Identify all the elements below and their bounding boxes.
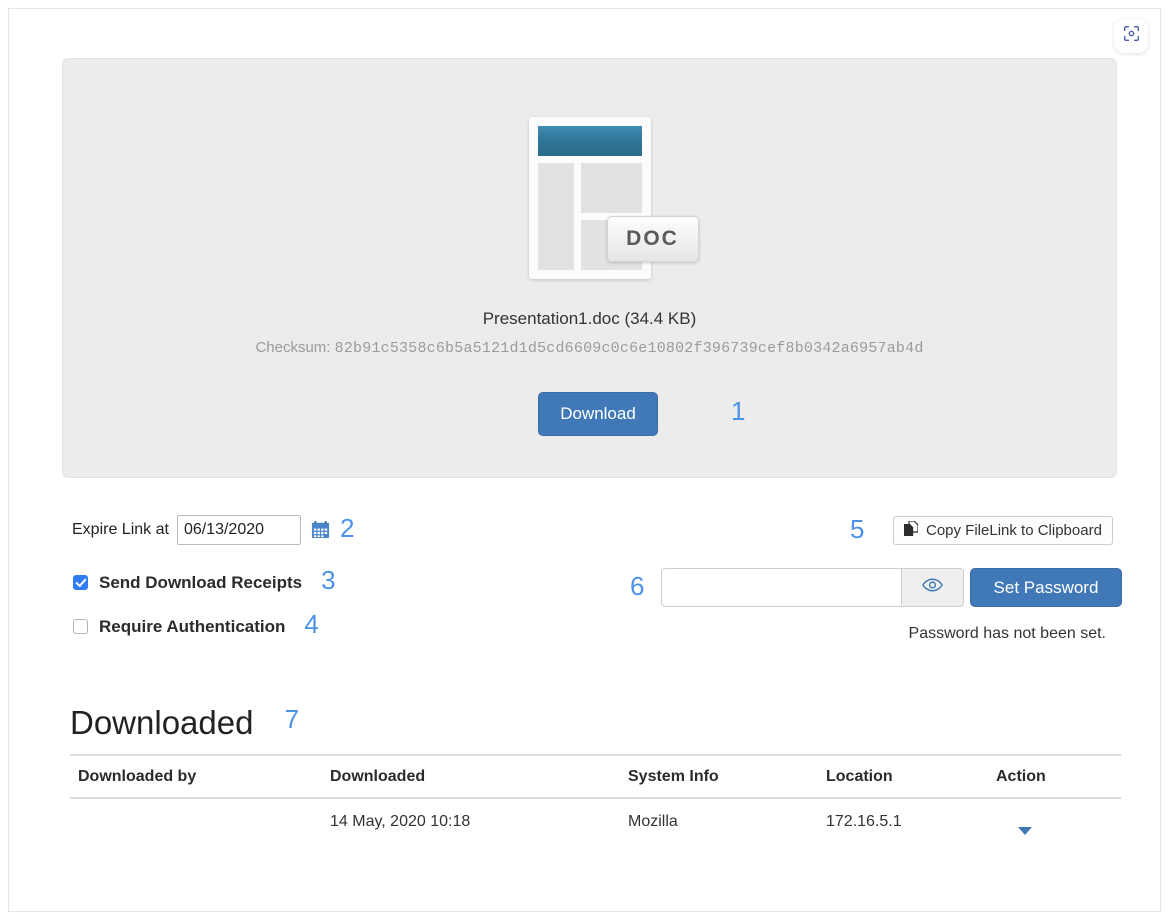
cell-system-info: Mozilla (620, 798, 818, 854)
password-input[interactable] (661, 568, 901, 607)
doc-icon-sidebar-block (538, 163, 574, 270)
require-authentication-label: Require Authentication (99, 617, 285, 637)
copy-filelink-label: Copy FileLink to Clipboard (926, 522, 1102, 539)
doc-icon-content-block-top (581, 163, 642, 213)
calendar-icon[interactable] (311, 520, 330, 539)
marker-3: 3 (321, 565, 335, 596)
downloads-table: Downloaded by Downloaded System Info Loc… (70, 754, 1121, 854)
checksum-value: 82b91c5358c6b5a5121d1d5cd6609c0c6e10802f… (335, 340, 924, 357)
downloaded-heading: Downloaded (70, 704, 253, 741)
table-header-row: Downloaded by Downloaded System Info Loc… (70, 755, 1121, 798)
copy-filelink-button[interactable]: Copy FileLink to Clipboard (893, 516, 1113, 545)
set-password-button[interactable]: Set Password (970, 568, 1122, 607)
send-download-receipts-checkbox[interactable] (73, 575, 88, 590)
file-preview-panel: DOC Presentation1.doc (34.4 KB) Checksum… (62, 58, 1117, 478)
marker-4: 4 (304, 609, 318, 640)
send-download-receipts-label: Send Download Receipts (99, 573, 302, 593)
require-authentication-checkbox[interactable] (73, 619, 88, 634)
column-action: Action (988, 755, 1121, 798)
expire-date-input[interactable] (177, 515, 301, 545)
cell-location: 172.16.5.1 (818, 798, 988, 854)
column-downloaded: Downloaded (322, 755, 620, 798)
doc-icon: DOC (529, 117, 651, 279)
downloads-table-wrapper: Downloaded by Downloaded System Info Loc… (70, 754, 1121, 854)
scan-frame-icon (1123, 25, 1140, 47)
send-download-receipts-row[interactable]: Send Download Receipts 3 (73, 567, 317, 598)
doc-format-badge: DOC (607, 216, 699, 262)
marker-7: 7 (285, 704, 299, 734)
cell-downloaded: 14 May, 2020 10:18 (322, 798, 620, 854)
checksum-label: Checksum: (255, 339, 330, 356)
toggle-password-visibility-button[interactable] (901, 568, 964, 607)
marker-2: 2 (340, 513, 354, 544)
require-authentication-row[interactable]: Require Authentication 4 (73, 611, 300, 642)
cell-downloaded-by (70, 798, 322, 854)
capture-screenshot-button[interactable] (1114, 19, 1148, 53)
expire-link-row: Expire Link at 2 (72, 514, 344, 545)
marker-5: 5 (850, 514, 864, 545)
password-status-text: Password has not been set. (909, 625, 1106, 643)
downloads-table-body: 14 May, 2020 10:18 Mozilla 172.16.5.1 (70, 798, 1121, 854)
column-location: Location (818, 755, 988, 798)
marker-1: 1 (731, 396, 745, 427)
downloads-table-head: Downloaded by Downloaded System Info Loc… (70, 755, 1121, 798)
eye-icon (922, 578, 943, 597)
expire-link-label: Expire Link at (72, 521, 169, 539)
marker-6: 6 (630, 571, 644, 602)
download-button[interactable]: Download (538, 392, 658, 436)
page-title: Downloaded 7 (70, 704, 277, 742)
copy-icon (904, 521, 918, 540)
column-system-info: System Info (620, 755, 818, 798)
cell-action (988, 798, 1121, 854)
doc-icon-header-bar (538, 126, 642, 156)
table-row: 14 May, 2020 10:18 Mozilla 172.16.5.1 (70, 798, 1121, 854)
column-downloaded-by: Downloaded by (70, 755, 322, 798)
doc-thumbnail: DOC (63, 117, 1116, 279)
page-frame: DOC Presentation1.doc (34.4 KB) Checksum… (8, 8, 1161, 912)
caret-down-icon[interactable] (1018, 827, 1032, 835)
checksum-line: Checksum: 82b91c5358c6b5a5121d1d5cd6609c… (63, 339, 1116, 357)
file-name-label: Presentation1.doc (34.4 KB) (63, 309, 1116, 329)
